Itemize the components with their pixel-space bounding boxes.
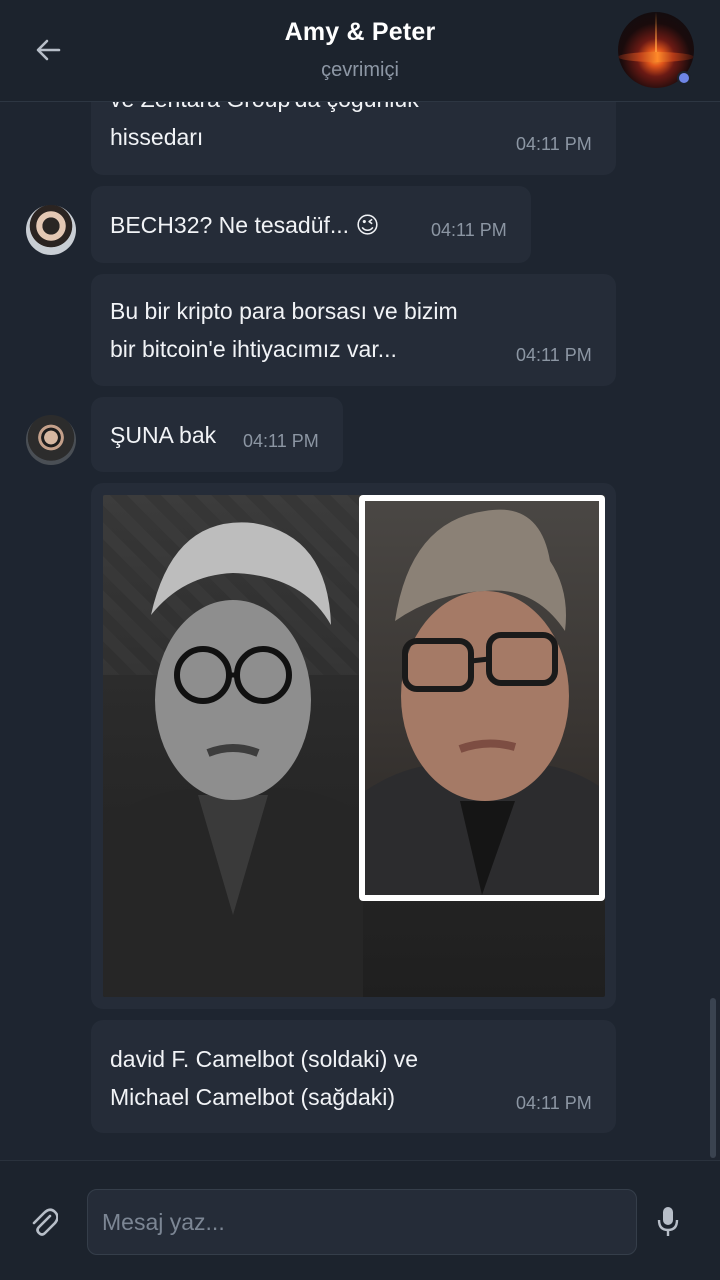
message-text: Bu bir kripto para borsası ve bizim bir … <box>110 298 458 362</box>
composer-bar <box>0 1160 720 1280</box>
photo-right-portrait <box>365 501 599 895</box>
chat-status: çevrimiçi <box>321 59 399 81</box>
avatar-ridge <box>618 52 694 62</box>
message-photo[interactable] <box>103 495 605 997</box>
message-time: 04:11 PM <box>516 1093 592 1113</box>
avatar-peter[interactable] <box>26 415 76 465</box>
right-portrait-figure <box>365 509 599 895</box>
online-indicator <box>677 71 691 85</box>
message-input[interactable] <box>87 1189 637 1255</box>
scrollbar[interactable] <box>710 998 716 1158</box>
message-bubble[interactable]: david F. Camelbot (soldaki) ve Michael C… <box>91 1020 616 1133</box>
message-bubble[interactable]: ŞUNA bak 04:11 PM <box>91 397 343 472</box>
avatar-amy[interactable] <box>26 205 76 255</box>
avatar-beam <box>655 12 657 56</box>
message-time: 04:11 PM <box>516 345 592 365</box>
microphone-icon <box>657 1207 679 1236</box>
message-text: ve Zentara Group'da çoğunluk hissedarı <box>110 102 419 150</box>
message-time: 04:11 PM <box>243 431 319 451</box>
paperclip-icon <box>32 1208 59 1236</box>
attach-button[interactable] <box>30 1207 70 1247</box>
message-time: 04:11 PM <box>516 134 592 154</box>
message-text: ŞUNA bak <box>110 422 217 448</box>
chat-title-block[interactable]: Amy & Peter çevrimiçi <box>0 18 720 82</box>
message-bubble[interactable]: ve Zentara Group'da çoğunluk hissedarı 0… <box>91 102 616 175</box>
chat-title: Amy & Peter <box>284 18 436 46</box>
message-text: david F. Camelbot (soldaki) ve Michael C… <box>110 1046 419 1110</box>
message-time: 04:11 PM <box>431 220 507 240</box>
message-bubble[interactable]: Bu bir kripto para borsası ve bizim bir … <box>91 274 616 386</box>
message-bubble[interactable]: BECH32? Ne tesadüf... 😉 04:11 PM <box>91 186 531 263</box>
message-text: BECH32? Ne tesadüf... 😉 <box>110 212 380 238</box>
chat-header: Amy & Peter çevrimiçi <box>0 0 720 102</box>
message-list[interactable]: ve Zentara Group'da çoğunluk hissedarı 0… <box>0 102 720 1160</box>
mic-button[interactable] <box>656 1205 690 1245</box>
left-portrait-figure <box>103 522 363 997</box>
